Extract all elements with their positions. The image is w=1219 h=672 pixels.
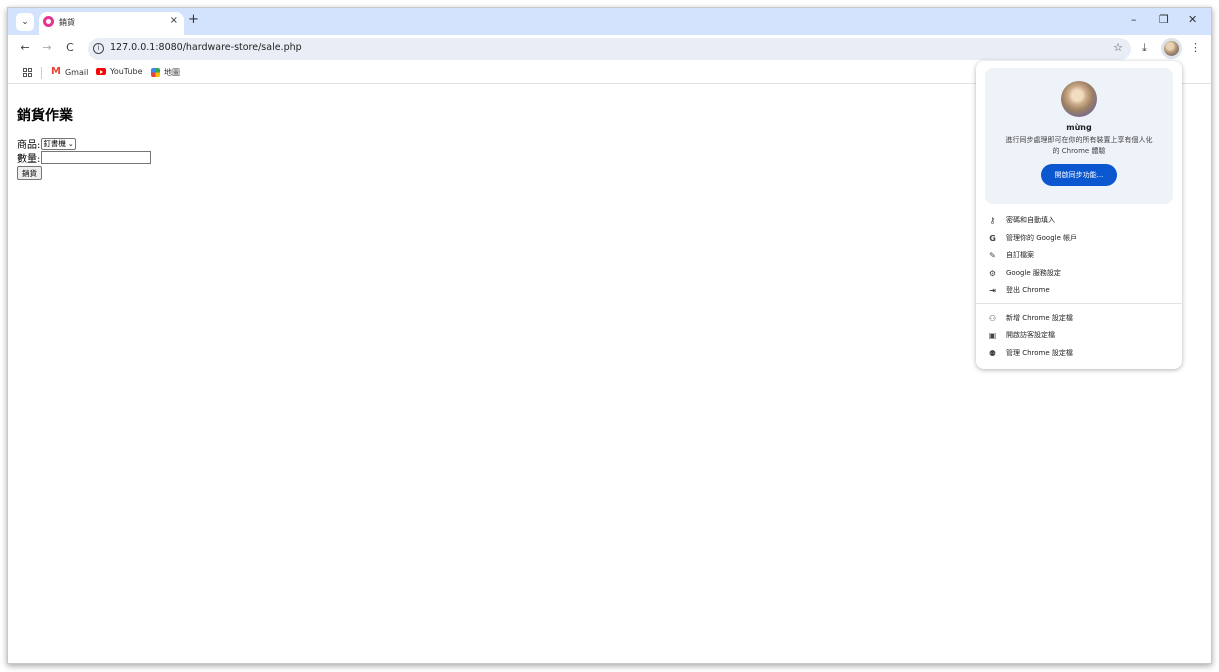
tab-title: 銷貨	[59, 18, 75, 27]
address-url[interactable]: 127.0.0.1:8080/hardware-store/sale.php	[110, 42, 302, 53]
site-info-icon[interactable]: i	[93, 43, 104, 54]
menu-item-label: Google 服務設定	[1006, 269, 1061, 277]
apps-grid-icon[interactable]	[23, 68, 32, 77]
profile-card: mừng 進行同步處理即可在你的所有裝置上享有個人化 的 Chrome 體驗 開…	[985, 68, 1173, 204]
menu-item-customize-profile[interactable]: ✎ 自訂檔案	[988, 248, 1173, 262]
profile-menu: mừng 進行同步處理即可在你的所有裝置上享有個人化 的 Chrome 體驗 開…	[976, 61, 1182, 369]
sync-description: 進行同步處理即可在你的所有裝置上享有個人化 的 Chrome 體驗	[995, 135, 1163, 157]
profile-name: mừng	[1066, 123, 1092, 132]
google-icon: G	[989, 233, 996, 243]
menu-item-google-services[interactable]: ⚙ Google 服務設定	[988, 266, 1173, 280]
sync-description-line: 的 Chrome 體驗	[1052, 147, 1106, 155]
product-row: 商品: 釘書機 ⌄	[17, 136, 76, 151]
new-tab-button[interactable]: +	[188, 13, 199, 27]
tab-close-icon[interactable]: ×	[170, 15, 178, 26]
bookmark-gmail[interactable]: M Gmail	[51, 67, 88, 77]
menu-item-label: 開啟訪客設定檔	[1006, 331, 1055, 339]
tab-favicon-icon	[43, 16, 54, 27]
bookmark-maps[interactable]: 地圖	[151, 67, 180, 78]
toolbar: ← → C i 127.0.0.1:8080/hardware-store/sa…	[8, 35, 1211, 63]
menu-item-label: 管理 Chrome 設定檔	[1006, 349, 1073, 357]
menu-divider	[976, 303, 1182, 304]
bookmarks-divider	[41, 67, 42, 79]
add-person-icon: ⚇	[988, 313, 997, 323]
page-title: 銷貨作業	[17, 108, 73, 124]
restore-button[interactable]: ❐	[1159, 13, 1169, 26]
close-window-button[interactable]: ✕	[1188, 13, 1197, 26]
menu-item-manage-profiles[interactable]: ⚉ 管理 Chrome 設定檔	[988, 346, 1173, 360]
profile-avatar	[1061, 81, 1097, 117]
logout-icon: ⇥	[989, 285, 996, 295]
menu-item-label: 密碼和自動填入	[1006, 216, 1055, 224]
menu-item-label: 新增 Chrome 設定檔	[1006, 314, 1073, 322]
quantity-label: 數量:	[17, 154, 41, 165]
manage-profiles-icon: ⚉	[988, 348, 997, 358]
menu-item-passwords[interactable]: ⚷ 密碼和自動填入	[988, 213, 1173, 227]
download-icon[interactable]: ⤓	[1142, 41, 1147, 55]
sync-description-line: 進行同步處理即可在你的所有裝置上享有個人化	[1005, 136, 1153, 144]
menu-item-add-profile[interactable]: ⚇ 新增 Chrome 設定檔	[988, 311, 1173, 325]
menu-item-guest-profile[interactable]: ▣ 開啟訪客設定檔	[988, 328, 1173, 342]
menu-item-label: 自訂檔案	[1006, 251, 1034, 259]
browser-window: ⌄ 銷貨 × + – ❐ ✕ ← → C i 127.0.0.1:8080/ha…	[7, 7, 1212, 664]
product-label: 商品:	[17, 140, 41, 151]
youtube-icon	[96, 68, 106, 75]
chrome-menu-icon[interactable]: ⋮	[1190, 41, 1201, 54]
chevron-down-icon: ⌄	[21, 17, 29, 27]
tab-search-button[interactable]: ⌄	[16, 13, 34, 31]
guest-icon: ▣	[988, 330, 997, 340]
sale-submit-button[interactable]: 銷貨	[17, 166, 42, 180]
gear-icon: ⚙	[988, 268, 997, 278]
turn-on-sync-button[interactable]: 開啟同步功能...	[1041, 164, 1117, 186]
bookmark-star-icon[interactable]: ☆	[1113, 41, 1123, 54]
bookmark-youtube[interactable]: YouTube	[96, 67, 143, 76]
gmail-icon: M	[51, 66, 61, 77]
tab-strip: ⌄ 銷貨 × + – ❐ ✕	[8, 8, 1211, 35]
pencil-icon: ✎	[989, 250, 996, 260]
bookmark-label: 地圖	[164, 68, 180, 77]
menu-item-sign-out[interactable]: ⇥ 登出 Chrome	[988, 283, 1173, 297]
maps-icon	[151, 68, 160, 77]
menu-item-label: 管理你的 Google 帳戶	[1006, 234, 1078, 242]
profile-button[interactable]	[1161, 38, 1182, 59]
product-selected-value: 釘書機	[43, 139, 66, 148]
address-bar[interactable]: i 127.0.0.1:8080/hardware-store/sale.php…	[88, 38, 1131, 60]
menu-item-label: 登出 Chrome	[1006, 286, 1050, 294]
product-select[interactable]: 釘書機 ⌄	[41, 137, 76, 150]
quantity-field[interactable]	[41, 151, 152, 164]
quantity-row: 數量:	[17, 150, 152, 165]
tab-active[interactable]: 銷貨 ×	[39, 12, 184, 35]
avatar	[1164, 41, 1179, 56]
key-icon: ⚷	[989, 215, 996, 225]
forward-button[interactable]: →	[40, 41, 54, 54]
bookmark-label: Gmail	[64, 67, 89, 77]
bookmark-label: YouTube	[110, 67, 143, 76]
reload-button[interactable]: C	[63, 41, 77, 54]
minimize-button[interactable]: –	[1131, 13, 1137, 26]
menu-item-google-account[interactable]: G 管理你的 Google 帳戶	[988, 231, 1173, 245]
chevron-down-icon: ⌄	[67, 139, 74, 148]
back-button[interactable]: ←	[18, 41, 32, 54]
